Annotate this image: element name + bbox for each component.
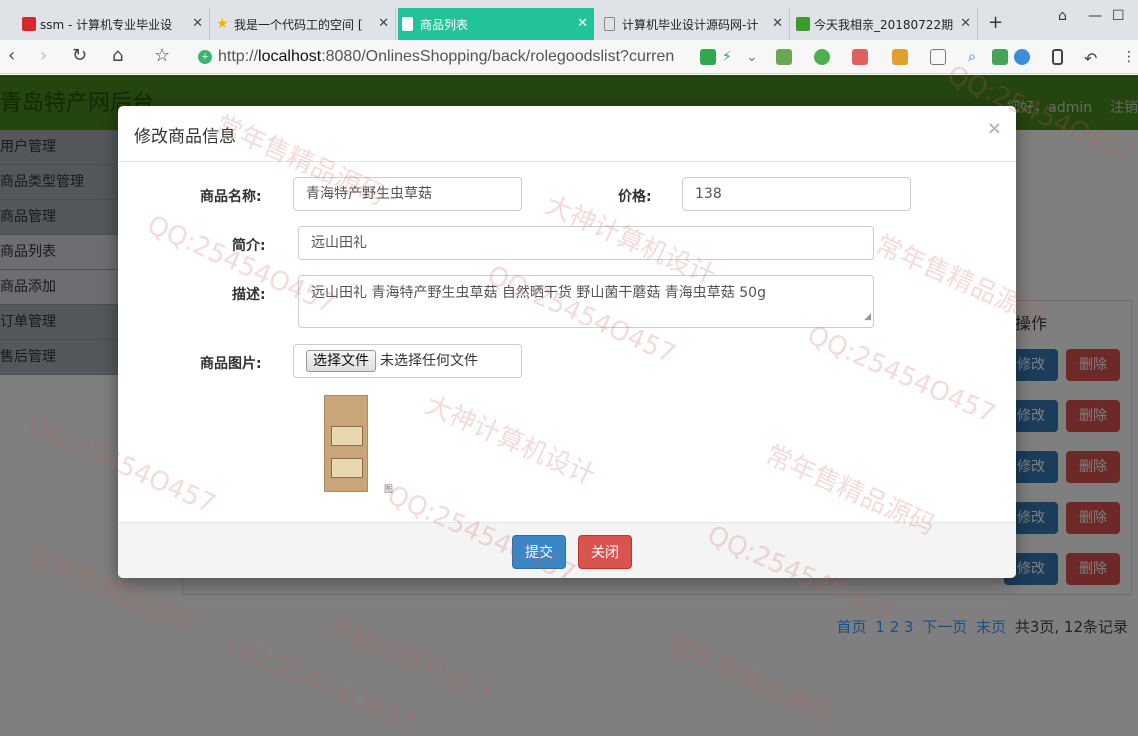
choose-file-button[interactable]: 选择文件: [306, 350, 376, 372]
tab-title: ssm - 计算机专业毕业设: [40, 17, 173, 32]
bookmark-star-icon[interactable]: ☆: [154, 46, 170, 66]
search-icon[interactable]: ⌕: [968, 49, 984, 65]
thumbnail-box: [331, 426, 363, 446]
menu-icon[interactable]: ⋮: [1122, 49, 1138, 65]
lightning-icon[interactable]: ⚡: [722, 49, 738, 65]
url-host: localhost: [258, 48, 322, 65]
page-first-link[interactable]: 首页: [836, 618, 866, 636]
tab-title: 我是一个代码工的空间 [: [234, 17, 363, 32]
close-icon[interactable]: ✕: [960, 16, 971, 31]
shield-icon[interactable]: [814, 49, 830, 65]
page-icon: [402, 17, 413, 31]
close-icon[interactable]: ✕: [378, 16, 389, 31]
star-icon: ★: [216, 16, 229, 32]
phone-icon[interactable]: [1052, 49, 1063, 65]
apps-icon[interactable]: [776, 49, 792, 65]
back-icon[interactable]: ‹: [8, 46, 15, 66]
goods-image-label: 商品图片:: [200, 356, 262, 372]
tab-title: 今天我相亲_20180722期: [814, 17, 954, 32]
url-prefix: http://: [218, 48, 259, 65]
resize-grip-icon[interactable]: ◢: [864, 308, 871, 326]
url-path: :8080/OnlinesShopping/back/rolegoodslist…: [321, 48, 675, 65]
browser-tab[interactable]: 计算机毕业设计源码网-计 ✕: [600, 8, 790, 40]
minimize-icon[interactable]: —: [1088, 8, 1102, 24]
goods-image-file-input[interactable]: 选择文件 未选择任何文件: [293, 344, 522, 378]
page-2-link[interactable]: 2: [890, 618, 900, 636]
browser-tab-active[interactable]: 商品列表 ✕: [398, 8, 594, 40]
shirt-icon[interactable]: ⌂: [1058, 8, 1067, 24]
url-input[interactable]: + http://localhost:8080/OnlinesShopping/…: [196, 45, 696, 69]
page-3-link[interactable]: 3: [904, 618, 914, 636]
close-icon[interactable]: ✕: [192, 16, 203, 31]
browser-tab[interactable]: ★ 我是一个代码工的空间 [ ✕: [212, 8, 396, 40]
file-status: 未选择任何文件: [380, 353, 478, 369]
close-button[interactable]: 关闭: [578, 535, 632, 569]
browser-tab[interactable]: ssm - 计算机专业毕业设 ✕: [18, 8, 210, 40]
secure-icon: +: [198, 50, 212, 64]
page-1-link[interactable]: 1: [875, 618, 885, 636]
zoom-out-icon[interactable]: [1014, 49, 1030, 65]
red-logo-icon: [22, 17, 36, 31]
tab-title: 计算机毕业设计源码网-计: [622, 17, 759, 32]
close-icon[interactable]: ✕: [577, 16, 588, 31]
page-summary: 共3页, 12条记录: [1014, 618, 1128, 636]
page-last-link[interactable]: 末页: [976, 618, 1006, 636]
thumbnail-box: [331, 458, 363, 478]
price-input[interactable]: 138: [682, 177, 911, 211]
browser-tab[interactable]: 今天我相亲_20180722期 ✕: [792, 8, 978, 40]
dropdown-icon[interactable]: ⌄: [746, 49, 762, 65]
goods-name-label: 商品名称:: [200, 189, 262, 205]
page-next-link[interactable]: 下一页: [922, 618, 967, 636]
browser-tab-bar: ssm - 计算机专业毕业设 ✕ ★ 我是一个代码工的空间 [ ✕ 商品列表 ✕…: [0, 0, 1138, 40]
goods-image-thumbnail: [324, 395, 368, 492]
close-icon[interactable]: ✕: [772, 16, 783, 31]
video-icon: [796, 17, 810, 31]
translate-icon[interactable]: [852, 49, 868, 65]
book-icon[interactable]: [992, 49, 1008, 65]
close-icon[interactable]: ×: [987, 118, 1002, 139]
home-icon[interactable]: ⌂: [112, 46, 123, 66]
screenshot-icon[interactable]: [930, 49, 946, 65]
page-icon: [604, 17, 615, 31]
photo-icon[interactable]: [892, 49, 908, 65]
price-label: 价格:: [618, 189, 652, 205]
new-tab-button[interactable]: +: [988, 12, 1003, 33]
reload-icon[interactable]: ↻: [72, 46, 87, 66]
speed-icon[interactable]: [700, 49, 716, 65]
tab-title: 商品列表: [420, 17, 469, 32]
pagination: 首页 1 2 3 下一页 末页 共3页, 12条记录: [836, 616, 1132, 637]
maximize-icon[interactable]: ☐: [1112, 8, 1125, 24]
forward-icon[interactable]: ›: [40, 46, 47, 66]
undo-icon[interactable]: ↶: [1084, 49, 1100, 68]
